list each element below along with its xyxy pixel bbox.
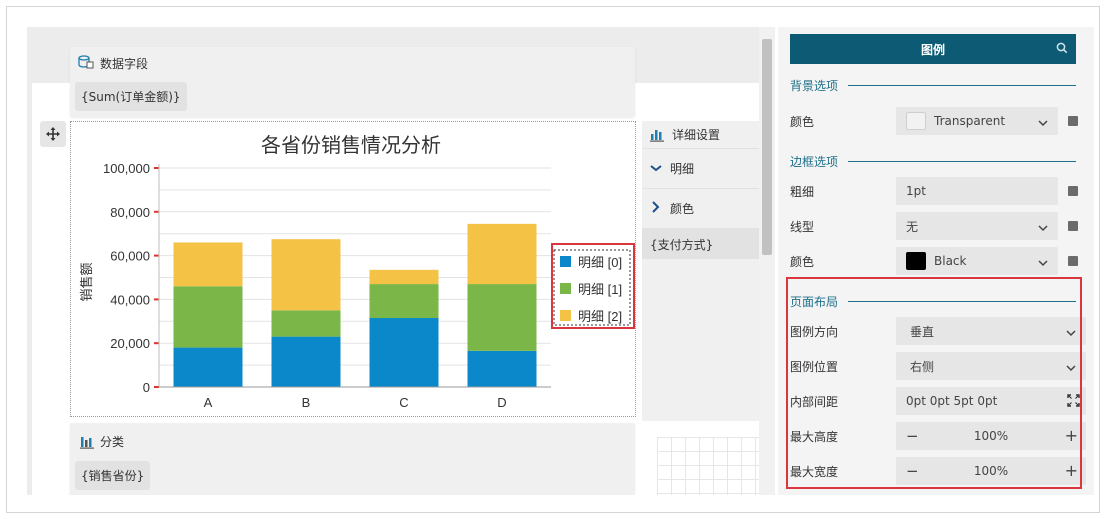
bar-segment: [467, 284, 537, 351]
x-tick-label: A: [204, 395, 213, 410]
chevron-down-icon: [1038, 256, 1048, 270]
line-style-label: 线型: [790, 219, 815, 234]
y-tick-label: 100,000: [103, 161, 150, 176]
thickness-label: 粗细: [790, 184, 815, 199]
legend-panel-header: 图例: [790, 34, 1076, 64]
category-zone[interactable]: 分类 {销售省份}: [70, 423, 635, 495]
chevron-down-icon: [650, 162, 662, 176]
border-color-bind-toggle[interactable]: [1068, 256, 1078, 266]
bg-color-select[interactable]: Transparent: [896, 107, 1058, 135]
border-color-select[interactable]: Black: [896, 247, 1058, 275]
line-style-value: 无: [906, 219, 919, 234]
border-section: 边框选项: [790, 151, 1076, 171]
bar-segment: [173, 347, 243, 387]
thickness-bind-toggle[interactable]: [1068, 186, 1078, 196]
color-label: 颜色: [670, 202, 695, 216]
background-section-title: 背景选项: [790, 78, 839, 93]
y-tick-label: 0: [143, 380, 150, 395]
canvas-grid: [657, 437, 765, 495]
sum-amount-chip[interactable]: {Sum(订单金额)}: [75, 82, 187, 111]
detail-item[interactable]: 明细: [642, 149, 764, 189]
y-tick-label: 80,000: [110, 205, 150, 220]
scrollbar-thumb[interactable]: [762, 39, 772, 255]
payment-method-label: {支付方式}: [650, 237, 714, 252]
line-style-select[interactable]: 无: [896, 212, 1058, 240]
chart-title: 各省份销售情况分析: [261, 134, 441, 157]
border-section-title: 边框选项: [790, 154, 839, 169]
chevron-down-icon: [1038, 221, 1048, 235]
border-color-value: Black: [934, 254, 967, 268]
background-section: 背景选项: [790, 75, 1076, 95]
color-item[interactable]: 颜色: [642, 189, 764, 229]
border-color-label: 颜色: [790, 254, 815, 269]
bar-segment: [369, 318, 439, 387]
province-chip[interactable]: {销售省份}: [75, 461, 151, 490]
canvas-scrollbar[interactable]: [759, 27, 775, 495]
detail-settings-label: 详细设置: [672, 128, 721, 142]
chart-side-menu: 详细设置 明细 颜色 {支付方式}: [642, 121, 764, 421]
legend-header-title: 图例: [920, 42, 945, 57]
payment-method-chip[interactable]: {支付方式}: [642, 229, 764, 259]
search-icon[interactable]: [1056, 42, 1068, 57]
data-field-zone[interactable]: 数据字段 {Sum(订单金额)}: [70, 47, 635, 117]
border-color-row: 颜色 Black: [790, 247, 1080, 275]
designer-canvas: 数据字段 {Sum(订单金额)} 各省份销售情况分析 销售额 0 20,000 40…: [27, 27, 765, 495]
chevron-right-icon: [650, 201, 662, 216]
bar-segment: [467, 223, 537, 285]
thickness-row: 粗细 1pt: [790, 177, 1080, 205]
bg-color-value: Transparent: [934, 114, 1006, 128]
y-axis-label: 销售额: [79, 262, 94, 301]
bar-segment: [369, 284, 439, 319]
x-tick-label: D: [497, 395, 506, 410]
database-icon: [78, 55, 94, 72]
data-field-title: 数据字段: [100, 57, 149, 71]
y-tick-label: 20,000: [110, 336, 150, 351]
bg-color-label: 颜色: [790, 114, 815, 129]
bar-segment: [173, 242, 243, 287]
transparent-swatch: [906, 112, 926, 130]
thickness-value: 1pt: [906, 184, 926, 198]
thickness-input[interactable]: 1pt: [896, 177, 1058, 205]
bg-color-row: 颜色 Transparent: [790, 107, 1080, 135]
chevron-down-icon: [1038, 116, 1048, 130]
bar-segment: [271, 336, 341, 387]
legend-highlight-box: [551, 243, 635, 329]
line-style-row: 线型 无: [790, 212, 1080, 240]
bar-chart-icon: [650, 129, 664, 142]
layout-highlight-box: [786, 277, 1082, 489]
bar-segment: [271, 239, 341, 311]
y-tick-label: 60,000: [110, 249, 150, 264]
bar-segment: [467, 350, 537, 387]
screenshot-frame: 数据字段 {Sum(订单金额)} 各省份销售情况分析 销售额 0 20,000 40…: [6, 6, 1100, 513]
bar-segment: [271, 310, 341, 337]
bar-segment: [173, 286, 243, 348]
y-tick-label: 40,000: [110, 292, 150, 307]
black-swatch: [906, 252, 926, 270]
bg-color-bind-toggle[interactable]: [1068, 116, 1078, 126]
category-title: 分类: [100, 435, 125, 449]
x-tick-label: B: [302, 395, 311, 410]
bar-segment: [369, 269, 439, 285]
detail-settings-item[interactable]: 详细设置: [642, 121, 764, 149]
move-icon: [46, 127, 60, 141]
detail-label: 明细: [670, 162, 695, 176]
line-style-bind-toggle[interactable]: [1068, 221, 1078, 231]
x-tick-label: C: [399, 395, 408, 410]
category-icon: [80, 436, 94, 449]
move-handle[interactable]: [40, 121, 66, 147]
